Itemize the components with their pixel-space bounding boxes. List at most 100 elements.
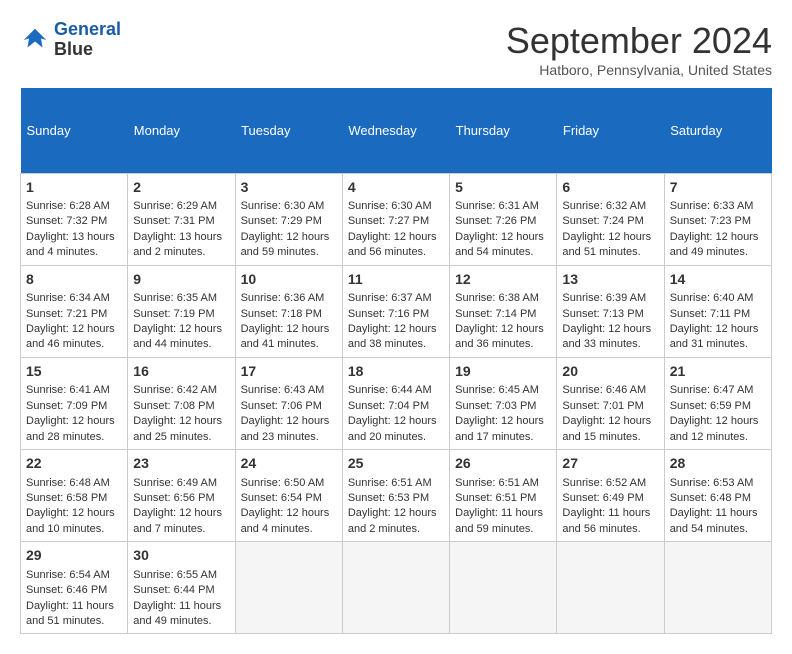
sunset: Sunset: 6:53 PM [348, 492, 429, 504]
header-saturday: Saturday [664, 88, 771, 173]
calendar-cell [664, 542, 771, 634]
daylight: Daylight: 12 hours and 36 minutes. [455, 323, 544, 350]
sunset: Sunset: 7:21 PM [26, 308, 107, 320]
header-friday: Friday [557, 88, 664, 173]
day-number: 15 [26, 362, 122, 382]
daylight: Daylight: 12 hours and 23 minutes. [241, 415, 330, 442]
day-number: 4 [348, 178, 444, 198]
sunset: Sunset: 7:32 PM [26, 215, 107, 227]
calendar-cell: 20Sunrise: 6:46 AMSunset: 7:01 PMDayligh… [557, 357, 664, 449]
daylight: Daylight: 12 hours and 17 minutes. [455, 415, 544, 442]
day-number: 10 [241, 270, 337, 290]
daylight: Daylight: 11 hours and 54 minutes. [670, 507, 758, 534]
sunrise: Sunrise: 6:49 AM [133, 477, 217, 489]
daylight: Daylight: 12 hours and 38 minutes. [348, 323, 437, 350]
sunrise: Sunrise: 6:51 AM [348, 477, 432, 489]
calendar-row: 22Sunrise: 6:48 AMSunset: 6:58 PMDayligh… [21, 449, 772, 541]
daylight: Daylight: 12 hours and 56 minutes. [348, 231, 437, 258]
sunset: Sunset: 6:44 PM [133, 584, 214, 596]
calendar-cell [342, 542, 449, 634]
daylight: Daylight: 12 hours and 4 minutes. [241, 507, 330, 534]
sunset: Sunset: 6:56 PM [133, 492, 214, 504]
calendar-cell: 14Sunrise: 6:40 AMSunset: 7:11 PMDayligh… [664, 265, 771, 357]
sunset: Sunset: 7:27 PM [348, 215, 429, 227]
calendar-cell: 4 Sunrise: 6:30 AM Sunset: 7:27 PM Daylight… [342, 173, 449, 265]
daylight: Daylight: 12 hours and 10 minutes. [26, 507, 115, 534]
daylight: Daylight: 12 hours and 54 minutes. [455, 231, 544, 258]
calendar-cell: 19 Sunrise: 6:45 AM Sunset: 7:03 PM Dayligh… [450, 357, 557, 449]
header-thursday: Thursday [450, 88, 557, 173]
day-number: 26 [455, 454, 551, 474]
calendar-cell [235, 542, 342, 634]
day-number: 11 [348, 270, 444, 290]
daylight: Daylight: 12 hours and 12 minutes. [670, 415, 759, 442]
calendar-cell: 25Sunrise: 6:51 AMSunset: 6:53 PMDayligh… [342, 449, 449, 541]
sunrise: Sunrise: 6:29 AM [133, 200, 217, 212]
daylight: Daylight: 12 hours and 33 minutes. [562, 323, 651, 350]
logo-text: General Blue [54, 20, 121, 60]
sunset: Sunset: 6:49 PM [562, 492, 643, 504]
calendar-row: 29Sunrise: 6:54 AMSunset: 6:46 PMDayligh… [21, 542, 772, 634]
daylight: Daylight: 11 hours and 56 minutes. [562, 507, 650, 534]
day-number: 22 [26, 454, 122, 474]
daylight: Daylight: 12 hours and 59 minutes. [241, 231, 330, 258]
daylight: Daylight: 12 hours and 7 minutes. [133, 507, 222, 534]
day-number: 6 [562, 178, 658, 198]
daylight: Daylight: 12 hours and 28 minutes. [26, 415, 115, 442]
calendar-cell: 13Sunrise: 6:39 AMSunset: 7:13 PMDayligh… [557, 265, 664, 357]
sunrise: Sunrise: 6:30 AM [348, 200, 432, 212]
sunset: Sunset: 7:03 PM [455, 400, 536, 412]
sunrise: Sunrise: 6:30 AM [241, 200, 325, 212]
sunrise: Sunrise: 6:44 AM [348, 384, 432, 396]
sunrise: Sunrise: 6:28 AM [26, 200, 110, 212]
sunset: Sunset: 7:11 PM [670, 308, 751, 320]
daylight: Daylight: 12 hours and 46 minutes. [26, 323, 115, 350]
calendar-cell: 29Sunrise: 6:54 AMSunset: 6:46 PMDayligh… [21, 542, 128, 634]
calendar-cell: 18 Sunrise: 6:44 AM Sunset: 7:04 PM Dayligh… [342, 357, 449, 449]
calendar-cell: 6Sunrise: 6:32 AMSunset: 7:24 PMDaylight… [557, 173, 664, 265]
calendar-cell: 1Sunrise: 6:28 AMSunset: 7:32 PMDaylight… [21, 173, 128, 265]
logo-icon [20, 25, 50, 55]
sunset: Sunset: 7:04 PM [348, 400, 429, 412]
calendar-row: 8Sunrise: 6:34 AMSunset: 7:21 PMDaylight… [21, 265, 772, 357]
sunset: Sunset: 7:23 PM [670, 215, 751, 227]
sunset: Sunset: 7:14 PM [455, 308, 536, 320]
header-monday: Monday [128, 88, 235, 173]
sunrise: Sunrise: 6:42 AM [133, 384, 217, 396]
daylight: Daylight: 11 hours and 51 minutes. [26, 600, 114, 627]
calendar-cell: 22Sunrise: 6:48 AMSunset: 6:58 PMDayligh… [21, 449, 128, 541]
calendar-cell: 3Sunrise: 6:30 AMSunset: 7:29 PMDaylight… [235, 173, 342, 265]
sunset: Sunset: 7:13 PM [562, 308, 643, 320]
sunrise: Sunrise: 6:37 AM [348, 292, 432, 304]
sunrise: Sunrise: 6:45 AM [455, 384, 539, 396]
daylight: Daylight: 12 hours and 20 minutes. [348, 415, 437, 442]
sunset: Sunset: 6:51 PM [455, 492, 536, 504]
day-number: 30 [133, 546, 229, 566]
daylight: Daylight: 12 hours and 25 minutes. [133, 415, 222, 442]
sunset: Sunset: 6:59 PM [670, 400, 751, 412]
day-number: 18 [348, 362, 444, 382]
daylight: Daylight: 11 hours and 49 minutes. [133, 600, 221, 627]
sunrise: Sunrise: 6:41 AM [26, 384, 110, 396]
header-sunday: Sunday [21, 88, 128, 173]
calendar-cell: 5Sunrise: 6:31 AMSunset: 7:26 PMDaylight… [450, 173, 557, 265]
sunrise: Sunrise: 6:43 AM [241, 384, 325, 396]
sunset: Sunset: 7:24 PM [562, 215, 643, 227]
title-block: September 2024 Hatboro, Pennsylvania, Un… [506, 20, 772, 78]
calendar-row: 15 Sunrise: 6:41 AM Sunset: 7:09 PM Dayligh… [21, 357, 772, 449]
sunset: Sunset: 7:09 PM [26, 400, 107, 412]
sunrise: Sunrise: 6:52 AM [562, 477, 646, 489]
daylight: Daylight: 12 hours and 41 minutes. [241, 323, 330, 350]
day-number: 13 [562, 270, 658, 290]
day-number: 8 [26, 270, 122, 290]
calendar-row: 1Sunrise: 6:28 AMSunset: 7:32 PMDaylight… [21, 173, 772, 265]
sunrise: Sunrise: 6:32 AM [562, 200, 646, 212]
sunset: Sunset: 7:08 PM [133, 400, 214, 412]
sunset: Sunset: 6:46 PM [26, 584, 107, 596]
sunrise: Sunrise: 6:40 AM [670, 292, 754, 304]
sunrise: Sunrise: 6:46 AM [562, 384, 646, 396]
day-number: 19 [455, 362, 551, 382]
sunrise: Sunrise: 6:53 AM [670, 477, 754, 489]
calendar-cell [450, 542, 557, 634]
day-number: 29 [26, 546, 122, 566]
